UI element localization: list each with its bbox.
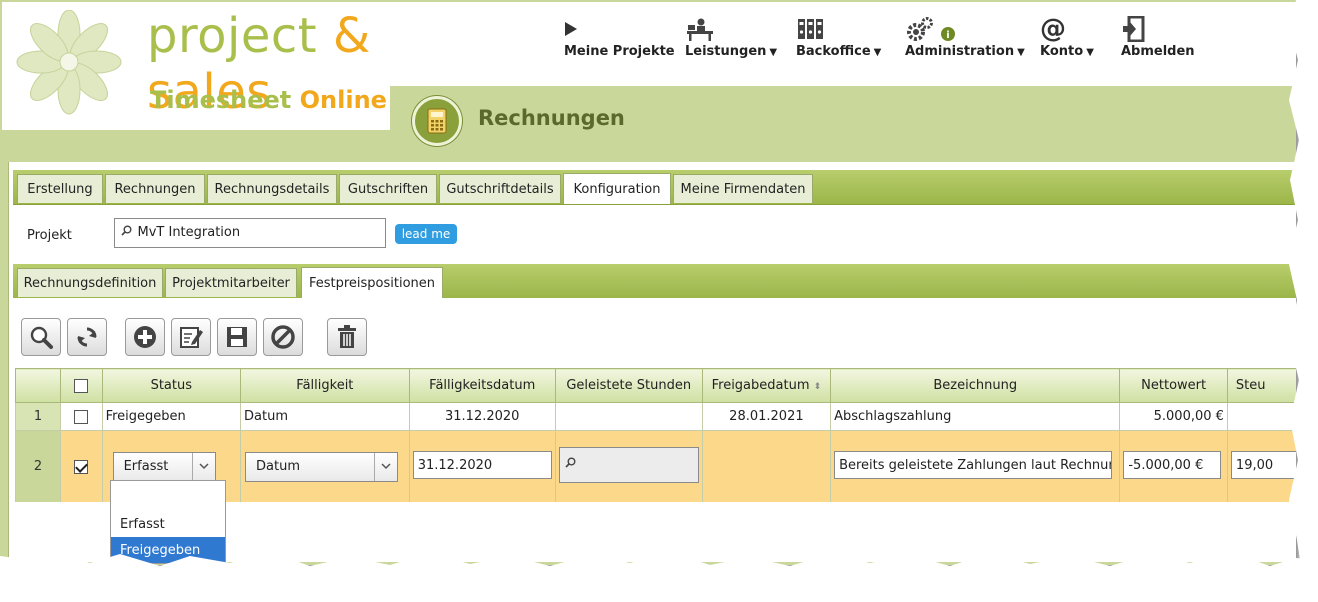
torn-edge-decoration: [0, 0, 1318, 602]
